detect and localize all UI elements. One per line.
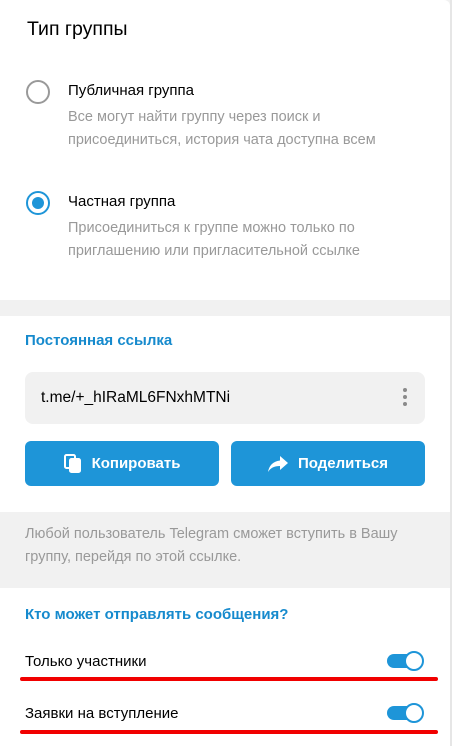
red-annotation-underline: [20, 730, 438, 734]
link-hint-text: Любой пользователь Telegram сможет вступ…: [25, 526, 398, 565]
private-group-radio[interactable]: [26, 191, 50, 215]
red-annotation-underline: [20, 677, 438, 681]
permanent-link-section: Постоянная ссылка t.me/+_hIRaML6FNxhMTNi…: [0, 316, 450, 512]
members-only-label: Только участники: [25, 653, 147, 670]
copy-button[interactable]: Копировать: [25, 441, 219, 486]
private-group-title: Частная группа: [68, 193, 176, 210]
permissions-heading: Кто может отправлять сообщения?: [25, 606, 289, 623]
join-requests-label: Заявки на вступление: [25, 705, 179, 722]
share-button[interactable]: Поделиться: [231, 441, 425, 486]
members-only-toggle[interactable]: [387, 651, 424, 671]
toggle-row-members-only[interactable]: Только участники: [25, 648, 425, 678]
public-group-title: Публичная группа: [68, 82, 194, 99]
private-group-description: Присоединиться к группе можно только по …: [68, 220, 360, 259]
public-group-option[interactable]: Публичная группа Все могут найти группу …: [26, 80, 430, 170]
public-group-radio[interactable]: [26, 80, 50, 104]
link-value[interactable]: t.me/+_hIRaML6FNxhMTNi: [41, 389, 230, 407]
permissions-section: Кто может отправлять сообщения? Только у…: [0, 588, 450, 746]
private-group-option[interactable]: Частная группа Присоединиться к группе м…: [26, 191, 430, 281]
public-group-description: Все могут найти группу через поиск и при…: [68, 109, 376, 148]
group-type-title: Тип группы: [27, 18, 128, 40]
more-vertical-icon[interactable]: [402, 388, 407, 408]
toggle-row-join-requests[interactable]: Заявки на вступление: [25, 700, 425, 730]
link-field[interactable]: t.me/+_hIRaML6FNxhMTNi: [25, 372, 425, 424]
share-button-label: Поделиться: [297, 455, 389, 472]
group-type-section: Тип группы Публичная группа Все могут на…: [0, 0, 450, 300]
copy-button-label: Копировать: [91, 455, 181, 472]
permanent-link-heading: Постоянная ссылка: [25, 332, 173, 349]
share-arrow-icon: [267, 455, 288, 472]
copy-icon: [63, 453, 81, 473]
join-requests-toggle[interactable]: [387, 703, 424, 723]
